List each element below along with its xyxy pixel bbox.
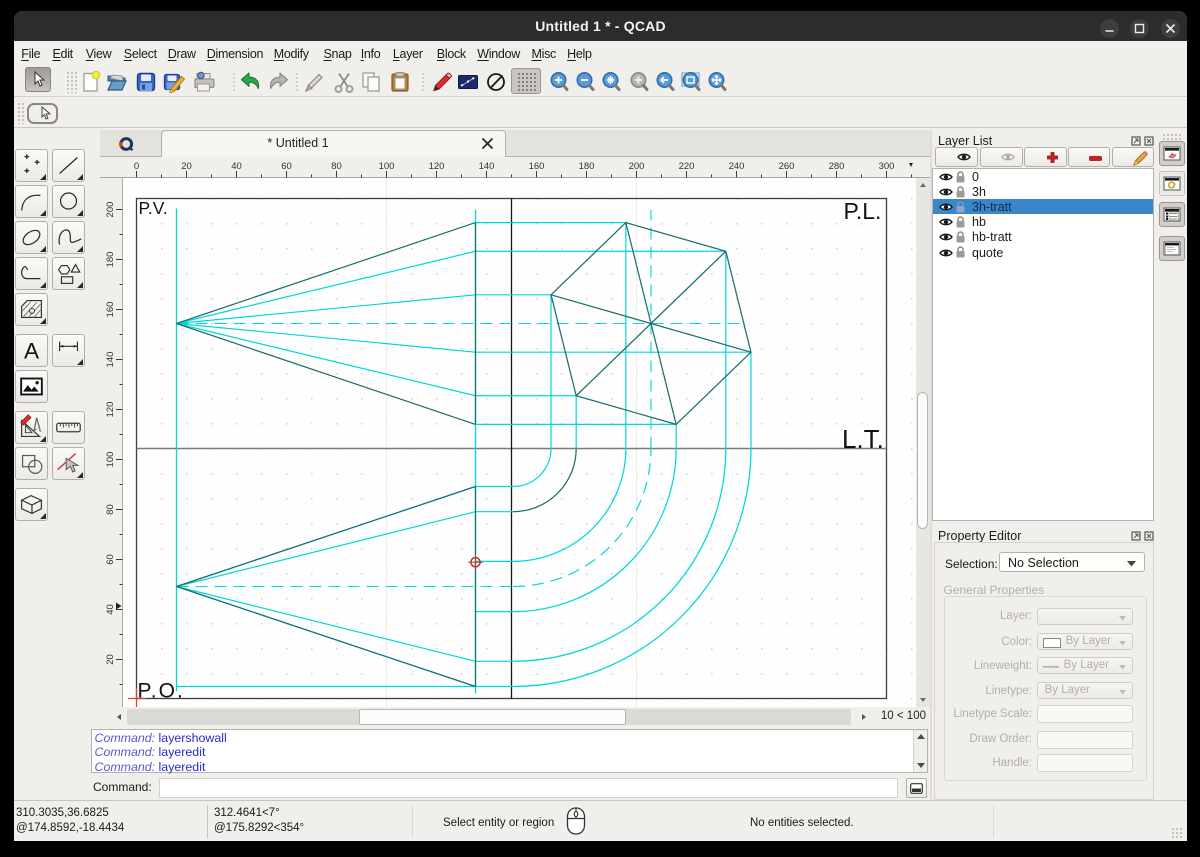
svg-text:300: 300 [879,161,895,172]
svg-text:60: 60 [105,554,116,565]
svg-text:20: 20 [105,654,116,665]
svg-text:100: 100 [379,161,395,172]
svg-text:120: 120 [105,402,116,418]
svg-text:60: 60 [281,161,292,172]
svg-text:160: 160 [105,302,116,318]
svg-text:240: 240 [729,161,745,172]
svg-text:0: 0 [134,161,139,172]
svg-text:100: 100 [105,452,116,468]
svg-text:P.L.: P.L. [844,198,882,224]
svg-text:260: 260 [779,161,795,172]
svg-text:20: 20 [181,161,192,172]
svg-text:220: 220 [679,161,695,172]
svg-text:280: 280 [829,161,845,172]
svg-text:160: 160 [529,161,545,172]
svg-text:180: 180 [105,252,116,268]
svg-text:180: 180 [579,161,595,172]
svg-text:80: 80 [105,504,116,515]
svg-text:140: 140 [105,352,116,368]
svg-text:A: A [24,338,39,363]
svg-text:P.O.: P.O. [138,680,185,703]
svg-text:140: 140 [479,161,495,172]
svg-text:P.V.: P.V. [139,198,168,218]
svg-text:200: 200 [629,161,645,172]
svg-text:120: 120 [429,161,445,172]
svg-text:200: 200 [105,202,116,218]
svg-text:80: 80 [331,161,342,172]
svg-text:L.T.: L.T. [842,424,884,454]
svg-text:40: 40 [231,161,242,172]
svg-text:40: 40 [105,604,116,615]
